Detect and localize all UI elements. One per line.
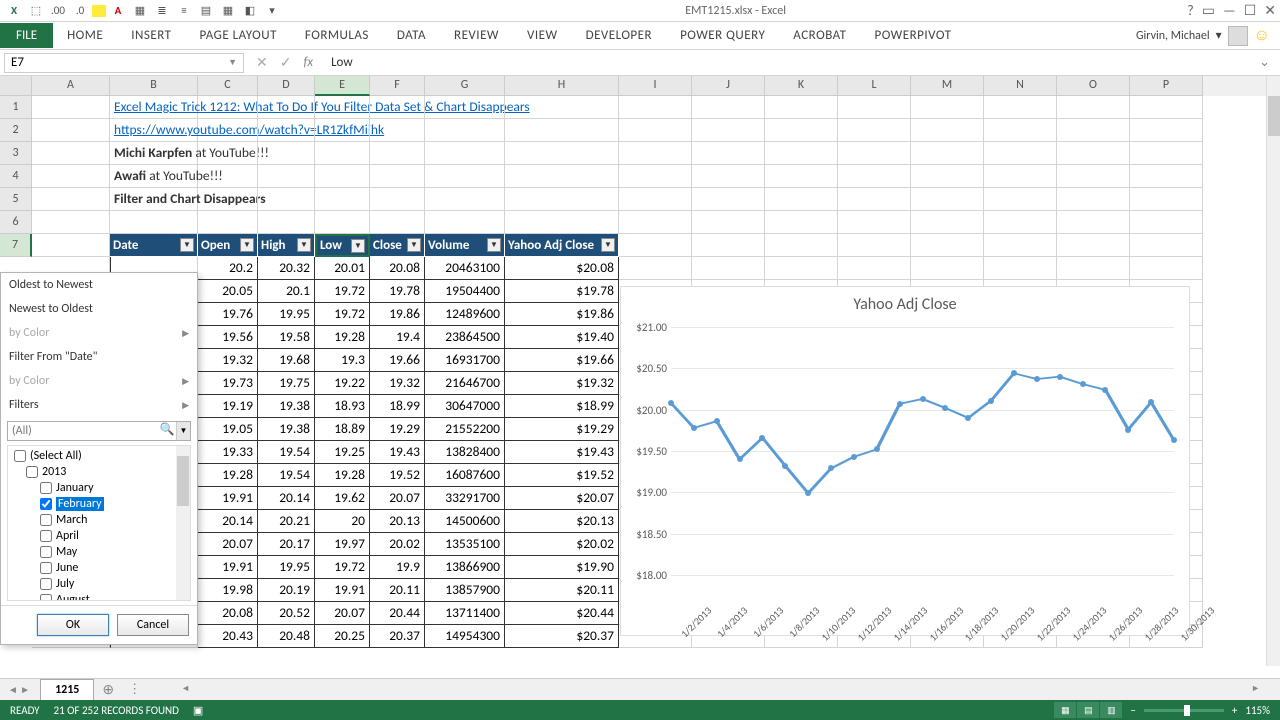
avatar bbox=[1228, 26, 1248, 46]
tab-view[interactable]: VIEW bbox=[513, 22, 572, 49]
qat-btn[interactable]: .0 bbox=[70, 2, 90, 20]
tab-developer[interactable]: DEVELOPER bbox=[572, 22, 666, 49]
qat-btn[interactable]: .00 bbox=[48, 2, 68, 20]
zoom-slider[interactable] bbox=[1144, 709, 1224, 712]
filter-dropdown-icon[interactable]: ▼ bbox=[601, 238, 615, 252]
autofilter-menu: Oldest to Newest Newest to Oldest by Col… bbox=[0, 272, 198, 645]
macro-icon[interactable]: ▣ bbox=[193, 704, 203, 717]
smiley-icon[interactable]: ☺ bbox=[1254, 26, 1270, 45]
sort-oldest[interactable]: Oldest to Newest bbox=[1, 273, 197, 297]
fx-icon[interactable]: fx bbox=[303, 55, 313, 70]
qat-btn[interactable]: A bbox=[108, 2, 128, 20]
filter-dropdown-icon[interactable]: ▼ bbox=[240, 238, 254, 252]
zoom-out[interactable]: − bbox=[1130, 704, 1135, 717]
qat-btn[interactable]: ≣ bbox=[152, 2, 172, 20]
minimize-icon[interactable]: — bbox=[1223, 2, 1236, 19]
date-filters[interactable]: Filters▶ bbox=[1, 393, 197, 417]
excel-icon: X bbox=[4, 2, 24, 20]
ribbon-opts-icon[interactable]: ▭ bbox=[1202, 2, 1215, 19]
expand-formula-icon[interactable]: ⌄ bbox=[1253, 55, 1276, 70]
ribbon: FILE HOME INSERT PAGE LAYOUT FORMULAS DA… bbox=[0, 22, 1280, 50]
name-box[interactable]: E7▼ bbox=[4, 53, 244, 73]
close-icon[interactable]: ✕ bbox=[1264, 2, 1276, 19]
tab-data[interactable]: DATA bbox=[383, 22, 440, 49]
embedded-chart[interactable]: Yahoo Adj Close $21.00$20.50$20.00$19.50… bbox=[620, 286, 1190, 636]
enter-icon[interactable]: ✓ bbox=[280, 54, 292, 71]
spreadsheet-grid: ABCDEFGHIJKLMNOP 1234567 Excel Magic Tri… bbox=[0, 76, 1280, 666]
tab-powerpivot[interactable]: POWERPIVOT bbox=[860, 22, 965, 49]
qat-btn[interactable]: ▦ bbox=[130, 2, 150, 20]
filter-dropdown-icon[interactable]: ▼ bbox=[297, 238, 311, 252]
horizontal-scrollbar[interactable] bbox=[181, 683, 1260, 697]
tab-pagelayout[interactable]: PAGE LAYOUT bbox=[186, 22, 291, 49]
sheet-nav[interactable]: ◄ ► bbox=[0, 683, 38, 696]
help-icon[interactable]: ? bbox=[1187, 2, 1194, 19]
filter-dropdown-icon[interactable]: ▼ bbox=[487, 238, 501, 252]
filter-tree[interactable]: (Select All) 2013 JanuaryFebruaryMarchAp… bbox=[7, 445, 191, 601]
tab-acrobat[interactable]: ACROBAT bbox=[779, 22, 860, 49]
tab-review[interactable]: REVIEW bbox=[440, 22, 513, 49]
window-title: EMT1215.xlsx - Excel bbox=[284, 4, 1187, 18]
tab-home[interactable]: HOME bbox=[53, 22, 117, 49]
qat-btn[interactable]: ▦ bbox=[218, 2, 238, 20]
qat-btn[interactable]: ▤ bbox=[196, 2, 216, 20]
view-page[interactable]: ▤ bbox=[1077, 702, 1099, 718]
file-tab[interactable]: FILE bbox=[0, 23, 53, 48]
filter-by-color[interactable]: by Color▶ bbox=[1, 369, 197, 393]
sort-newest[interactable]: Newest to Oldest bbox=[1, 297, 197, 321]
view-normal[interactable]: ▦ bbox=[1054, 702, 1076, 718]
user-name[interactable]: Girvin, Michael ▾ ☺ bbox=[1126, 26, 1280, 46]
cancel-button[interactable]: Cancel bbox=[117, 614, 189, 636]
qat-btn[interactable]: ≡ bbox=[174, 2, 194, 20]
qat-btn[interactable]: ⬚ bbox=[26, 2, 46, 20]
chart-title: Yahoo Adj Close bbox=[621, 287, 1189, 318]
filter-search-input[interactable] bbox=[8, 422, 158, 440]
sheet-tab-bar: ◄ ► 1215 ⊕ ⋮ bbox=[0, 678, 1280, 700]
qat-btn[interactable]: ◧ bbox=[240, 2, 260, 20]
cancel-icon[interactable]: ✕ bbox=[256, 54, 268, 71]
sort-by-color[interactable]: by Color▶ bbox=[1, 321, 197, 345]
status-ready: READY bbox=[10, 704, 40, 717]
filter-dropdown-icon[interactable]: ▼ bbox=[407, 238, 421, 252]
status-records: 21 OF 252 RECORDS FOUND bbox=[54, 704, 179, 717]
tab-powerquery[interactable]: POWER QUERY bbox=[666, 22, 779, 49]
filter-dropdown-icon[interactable]: ▼ bbox=[351, 239, 365, 253]
add-sheet-icon[interactable]: ⊕ bbox=[94, 681, 122, 698]
filter-search[interactable]: 🔍 ▼ bbox=[7, 421, 191, 441]
sheet-tab[interactable]: 1215 bbox=[40, 679, 94, 700]
maximize-icon[interactable]: ☐ bbox=[1244, 2, 1257, 19]
ok-button[interactable]: OK bbox=[37, 614, 109, 636]
zoom-level[interactable]: 115% bbox=[1245, 704, 1270, 717]
qat-btn[interactable]: ▾ bbox=[262, 2, 282, 20]
view-break[interactable]: ▥ bbox=[1100, 702, 1122, 718]
clear-filter[interactable]: Filter From "Date" bbox=[1, 345, 197, 369]
qat-btn[interactable] bbox=[92, 5, 106, 17]
vertical-scrollbar[interactable] bbox=[1266, 76, 1280, 666]
formula-input[interactable]: Low bbox=[325, 55, 1253, 70]
tab-insert[interactable]: INSERT bbox=[117, 22, 185, 49]
formula-bar: E7▼ ✕ ✓ fx Low ⌄ bbox=[0, 50, 1280, 76]
tab-formulas[interactable]: FORMULAS bbox=[291, 22, 383, 49]
quick-access-toolbar: X ⬚ .00 .0 A ▦ ≣ ≡ ▤ ▦ ◧ ▾ EMT1215.xlsx … bbox=[0, 0, 1280, 22]
status-bar: READY 21 OF 252 RECORDS FOUND ▣ ▦ ▤ ▥ − … bbox=[0, 700, 1280, 720]
filter-dropdown-icon[interactable]: ▼ bbox=[180, 238, 194, 252]
zoom-in[interactable]: + bbox=[1232, 704, 1237, 717]
